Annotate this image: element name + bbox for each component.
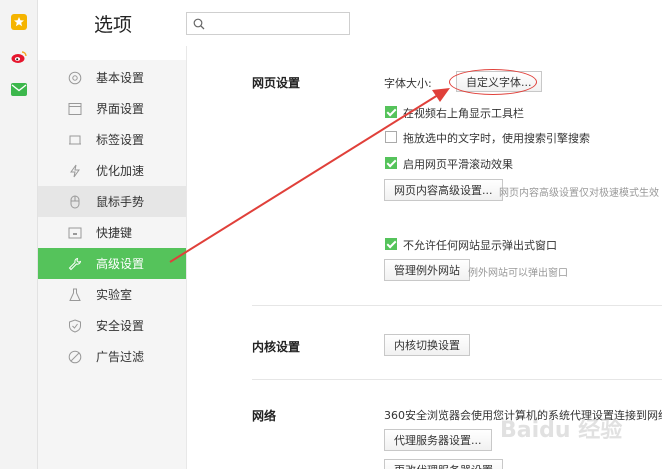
nav-divider [186, 46, 187, 469]
advanced-content-button[interactable]: 网页内容高级设置... [384, 179, 503, 201]
block-popups-checkbox[interactable] [385, 238, 397, 250]
nav-item-optimize[interactable]: 优化加速 [38, 155, 186, 186]
block-icon [68, 350, 82, 364]
drag-search-checkbox[interactable] [385, 131, 397, 143]
gear-icon [68, 71, 82, 85]
wrench-icon [68, 257, 82, 271]
nav-item-label: 快捷键 [96, 226, 133, 240]
kernel-switch-button[interactable]: 内核切换设置 [384, 334, 470, 356]
toolbar-option-label: 在视频右上角显示工具栏 [403, 107, 524, 120]
section-title-kernel: 内核设置 [252, 340, 301, 354]
nav-item-label: 优化加速 [96, 164, 145, 178]
mouse-icon [68, 195, 82, 209]
left-icon-strip [0, 0, 38, 469]
shield-icon [68, 318, 82, 333]
weibo-icon[interactable] [10, 48, 28, 66]
section-divider [252, 379, 662, 380]
star-icon[interactable] [10, 13, 28, 31]
section-title-webpage: 网页设置 [252, 76, 301, 90]
nav-item-lab[interactable]: 实验室 [38, 279, 186, 310]
section-divider [252, 305, 662, 306]
search-input[interactable] [186, 12, 350, 35]
smooth-scroll-option-label: 启用网页平滑滚动效果 [403, 158, 513, 171]
nav-item-label: 鼠标手势 [96, 195, 145, 209]
settings-nav: 基本设置 界面设置 标签设置 优化加速 鼠标手势 快捷键 高级设置 实验室 安全… [38, 60, 186, 469]
baidu-watermark: Baidu 经验 [500, 418, 623, 443]
flask-icon [68, 288, 82, 302]
search-icon [193, 18, 205, 30]
nav-item-mouse-gestures[interactable]: 鼠标手势 [38, 186, 186, 217]
proxy-settings-button[interactable]: 代理服务器设置... [384, 429, 492, 451]
mail-icon[interactable] [10, 80, 28, 98]
manage-exceptions-button[interactable]: 管理例外网站 [384, 259, 470, 281]
exceptions-note: 例外网站可以弹出窗口 [468, 268, 568, 279]
nav-item-label: 广告过滤 [96, 350, 145, 364]
header: 选项 [38, 0, 662, 46]
font-size-label: 字体大小: [384, 77, 432, 90]
nav-item-tabs[interactable]: 标签设置 [38, 124, 186, 155]
nav-item-interface[interactable]: 界面设置 [38, 93, 186, 124]
page-title: 选项 [94, 14, 133, 36]
nav-item-security[interactable]: 安全设置 [38, 310, 186, 341]
block-popups-option-label: 不允许任何网站显示弹出式窗口 [403, 239, 557, 252]
nav-item-label: 界面设置 [96, 102, 145, 116]
advanced-note: 网页内容高级设置仅对极速模式生效 [499, 188, 659, 199]
section-title-network: 网络 [252, 409, 277, 423]
nav-item-label: 安全设置 [96, 319, 145, 333]
annotation-circle [449, 69, 537, 95]
drag-search-option-label: 拖放选中的文字时，使用搜索引擎搜索 [403, 132, 590, 145]
nav-item-shortcuts[interactable]: 快捷键 [38, 217, 186, 248]
nav-item-label: 高级设置 [96, 257, 145, 271]
toolbar-checkbox[interactable] [385, 106, 397, 118]
tab-icon [68, 133, 82, 147]
nav-item-label: 实验室 [96, 288, 133, 302]
nav-item-label: 基本设置 [96, 71, 145, 85]
smooth-scroll-checkbox[interactable] [385, 157, 397, 169]
change-proxy-button[interactable]: 更改代理服务器设置 [384, 459, 503, 469]
keyboard-icon [68, 226, 82, 240]
nav-item-basic[interactable]: 基本设置 [38, 62, 186, 93]
nav-item-label: 标签设置 [96, 133, 145, 147]
options-page: 选项 基本设置 界面设置 标签设置 优化加速 鼠标手势 快捷键 高级设置 实验室… [0, 0, 662, 469]
nav-item-advanced[interactable]: 高级设置 [38, 248, 186, 279]
nav-item-adblock[interactable]: 广告过滤 [38, 341, 186, 372]
window-icon [68, 102, 82, 116]
lightning-icon [68, 164, 82, 178]
